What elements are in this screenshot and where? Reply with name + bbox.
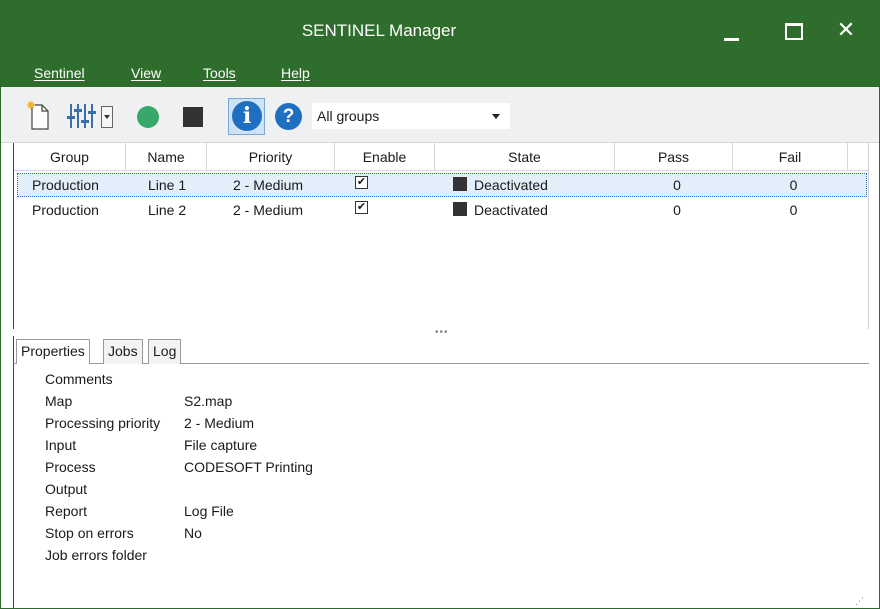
menu-tools[interactable]: Tools [203,65,236,81]
group-filter-value: All groups [317,108,380,124]
stop-icon[interactable] [183,107,203,127]
property-label: Report [45,503,88,519]
window-title: SENTINEL Manager [301,21,457,40]
cell-state: Deactivated [474,177,548,193]
property-value: S2.map [184,393,233,409]
cell-fail: 0 [789,177,798,193]
column-header-state[interactable]: State [435,143,615,171]
cell-name: Line 2 [148,202,187,218]
property-label: Input [45,437,77,453]
cell-fail: 0 [789,202,798,218]
property-label: Job errors folder [45,547,147,563]
new-document-icon[interactable] [27,101,51,131]
column-header-priority[interactable]: Priority [207,143,335,171]
cell-name: Line 1 [148,177,187,193]
title-bar[interactable]: SENTINEL Manager ✕ [1,1,879,63]
menu-sentinel[interactable]: Sentinel [34,65,85,81]
cell-group: Production [32,202,99,218]
chevron-down-icon[interactable] [492,114,500,119]
help-icon[interactable]: ? [275,103,302,130]
cell-priority: 2 - Medium [233,177,304,193]
mixer-settings-icon[interactable] [67,102,97,130]
maximize-icon[interactable] [769,15,815,45]
grid-header: Group Name Priority Enable State Pass Fa… [14,143,869,171]
minimize-icon[interactable] [709,15,755,45]
property-value: File capture [184,437,258,453]
group-filter-select[interactable]: All groups [312,103,510,129]
lines-grid: Group Name Priority Enable State Pass Fa… [13,143,869,329]
menu-help[interactable]: Help [281,65,310,81]
tab-jobs[interactable]: Jobs [103,339,143,364]
column-header-group[interactable]: Group [14,143,126,171]
column-header-name[interactable]: Name [126,143,207,171]
property-value: CODESOFT Printing [184,459,313,475]
column-header-pass[interactable]: Pass [615,143,733,171]
state-square-icon [453,177,467,191]
cell-pass: 0 [673,177,681,193]
properties-panel: Comments Map S2.map Processing priority … [13,364,869,608]
table-row[interactable]: Production Line 2 2 - Medium ✔ Deactivat… [17,199,867,223]
cell-priority: 2 - Medium [233,202,304,218]
cell-group: Production [32,177,99,193]
table-row[interactable]: Production Line 1 2 - Medium ✔ Deactivat… [17,173,867,197]
enable-checkbox[interactable]: ✔ [355,176,368,189]
property-label: Output [45,481,88,497]
property-value: 2 - Medium [184,415,255,431]
tab-log[interactable]: Log [148,339,182,364]
tab-properties[interactable]: Properties [16,339,90,365]
mixer-dropdown-icon[interactable] [101,106,113,128]
toolbar: i ? All groups [1,87,879,143]
column-header-fail[interactable]: Fail [733,143,848,171]
property-label: Process [45,459,96,475]
column-header-enable[interactable]: Enable [335,143,435,171]
property-label: Stop on errors [45,525,134,541]
property-label: Processing priority [45,415,161,431]
property-label: Map [45,393,73,409]
menu-view[interactable]: View [131,65,161,81]
detail-tabs: Properties Jobs Log [13,336,869,365]
sentinel-manager-window: SENTINEL Manager ✕ Sentinel View Tools H… [0,0,880,609]
enable-checkbox[interactable]: ✔ [355,201,368,214]
cell-pass: 0 [673,202,681,218]
property-label: Comments [45,371,113,387]
info-icon[interactable]: i [232,101,262,131]
menu-bar: Sentinel View Tools Help [1,63,879,87]
resize-grip-icon[interactable]: ⋰ [855,596,865,606]
state-square-icon [453,202,467,216]
property-value: Log File [184,503,234,519]
property-value: No [184,525,202,541]
cell-state: Deactivated [474,202,548,218]
run-icon[interactable] [137,106,159,128]
close-icon[interactable]: ✕ [823,15,869,45]
